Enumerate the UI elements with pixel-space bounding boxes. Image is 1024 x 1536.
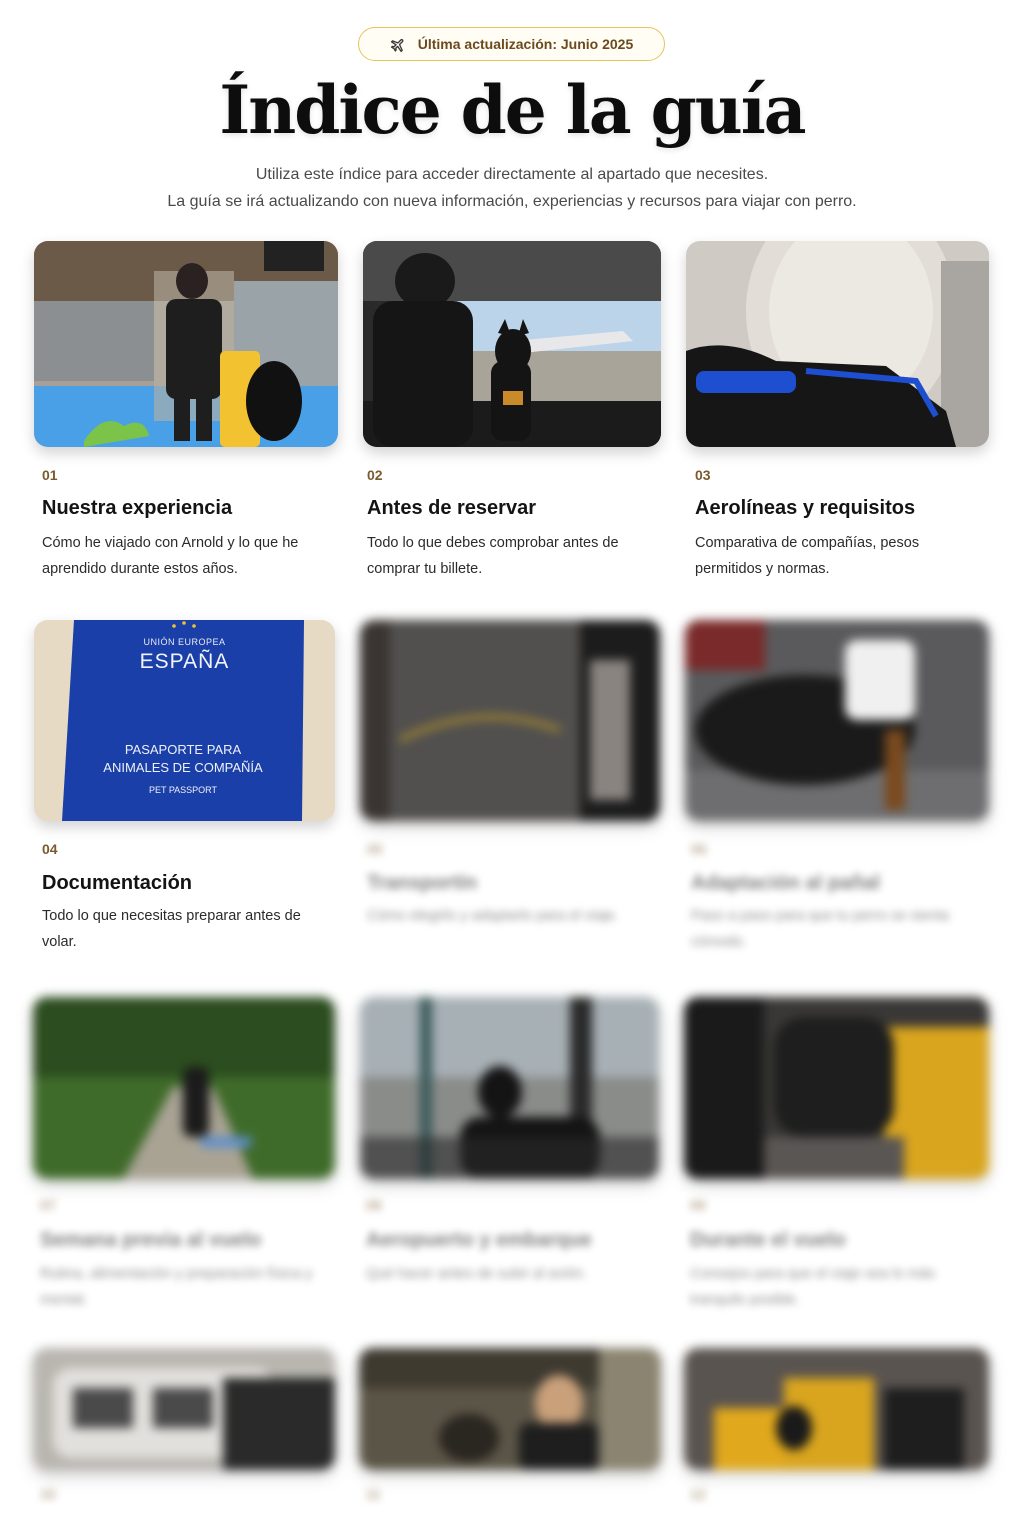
guide-card-04[interactable]: UNIÓN EUROPEA ESPAÑA PASAPORTE PARA ANIM…	[34, 620, 335, 960]
card-number: 08	[366, 1197, 382, 1213]
passport-line3: PET PASSPORT	[148, 785, 218, 795]
card-title[interactable]: Aeropuerto y embarque	[366, 1229, 592, 1252]
card-title[interactable]: Documentación	[42, 872, 192, 895]
guide-card-10[interactable]: 10	[33, 1348, 335, 1536]
page-subtitle-line1: Utiliza este índice para acceder directa…	[255, 166, 769, 183]
card-number: 03	[695, 467, 711, 483]
card-description: Consejos para que el viaje sea lo más tr…	[690, 1266, 936, 1308]
card-number: 02	[367, 467, 383, 483]
card-image[interactable]	[360, 620, 660, 821]
card-description: Todo lo que necesitas preparar antes de …	[42, 908, 301, 950]
guide-card-12[interactable]: 12	[684, 1348, 989, 1536]
card-number: 01	[42, 467, 58, 483]
passport-line2: ANIMALES DE COMPAÑÍA	[103, 760, 263, 775]
card-title[interactable]: Semana previa al vuelo	[40, 1229, 261, 1252]
card-title[interactable]: Antes de reservar	[367, 497, 536, 520]
card-description: Rutina, alimentación y preparación físic…	[40, 1266, 313, 1308]
guide-card-02[interactable]: 02 Antes de reservar Todo lo que debes c…	[363, 241, 661, 581]
card-number: 12	[690, 1486, 706, 1502]
card-image[interactable]	[363, 241, 661, 447]
card-image[interactable]	[34, 241, 338, 447]
page-subtitle-line2: La guía se irá actualizando con nueva in…	[167, 193, 857, 210]
last-update-text: Última actualización: Junio 2025	[417, 36, 634, 52]
card-image[interactable]	[360, 997, 659, 1179]
guide-card-05[interactable]: 05 Transportín Cómo elegirlo y adaptarlo…	[360, 620, 660, 960]
card-title[interactable]: Aerolíneas y requisitos	[695, 497, 915, 520]
card-description: Paso a paso para que tu perro se sienta …	[691, 908, 949, 950]
card-image[interactable]	[685, 620, 989, 821]
card-title[interactable]: Transportín	[367, 872, 477, 895]
last-update-badge: Última actualización: Junio 2025	[358, 27, 665, 61]
card-number: 04	[42, 841, 58, 857]
guide-card-06[interactable]: 06 Adaptación al pañal Paso a paso para …	[685, 620, 989, 960]
guide-card-11[interactable]: 11	[359, 1348, 661, 1536]
card-number: 11	[366, 1486, 381, 1502]
card-description: Cómo elegirlo y adaptarlo para el viaje.	[367, 908, 619, 924]
guide-card-09[interactable]: 09 Durante el vuelo Consejos para que el…	[684, 997, 989, 1317]
card-image[interactable]	[359, 1348, 661, 1470]
guide-card-03[interactable]: 03 Aerolíneas y requisitos Comparativa d…	[686, 241, 989, 581]
card-image[interactable]	[684, 997, 989, 1179]
passport-line1: PASAPORTE PARA	[124, 742, 242, 757]
card-number: 07	[40, 1197, 56, 1213]
card-image[interactable]	[33, 1348, 335, 1470]
guide-card-07[interactable]: 07 Semana previa al vuelo Rutina, alimen…	[33, 997, 335, 1317]
card-image[interactable]	[33, 997, 335, 1179]
card-number: 05	[367, 841, 383, 857]
card-description: Todo lo que debes comprobar antes de com…	[367, 535, 619, 577]
card-number: 09	[690, 1197, 706, 1213]
card-image[interactable]	[686, 241, 989, 447]
card-number: 06	[691, 841, 707, 857]
card-description: Cómo he viajado con Arnold y lo que he a…	[42, 535, 299, 577]
card-title[interactable]: Adaptación al pañal	[691, 872, 880, 895]
card-image[interactable]: UNIÓN EUROPEA ESPAÑA PASAPORTE PARA ANIM…	[34, 620, 335, 821]
plane-icon	[390, 39, 404, 53]
guide-card-08[interactable]: 08 Aeropuerto y embarque Qué hacer antes…	[360, 997, 659, 1317]
card-description: Qué hacer antes de subir al avión.	[366, 1266, 587, 1282]
card-number: 10	[40, 1486, 56, 1502]
card-description: Comparativa de compañías, pesos permitid…	[695, 535, 920, 577]
card-title[interactable]: Durante el vuelo	[690, 1229, 846, 1252]
card-title[interactable]: Nuestra experiencia	[42, 497, 232, 520]
passport-union-label: UNIÓN EUROPEA	[143, 637, 226, 647]
guide-card-01[interactable]: 01 Nuestra experiencia Cómo he viajado c…	[34, 241, 338, 581]
card-image[interactable]	[684, 1348, 989, 1470]
page-title: Índice de la guía	[219, 71, 806, 149]
passport-country: ESPAÑA	[139, 650, 230, 673]
